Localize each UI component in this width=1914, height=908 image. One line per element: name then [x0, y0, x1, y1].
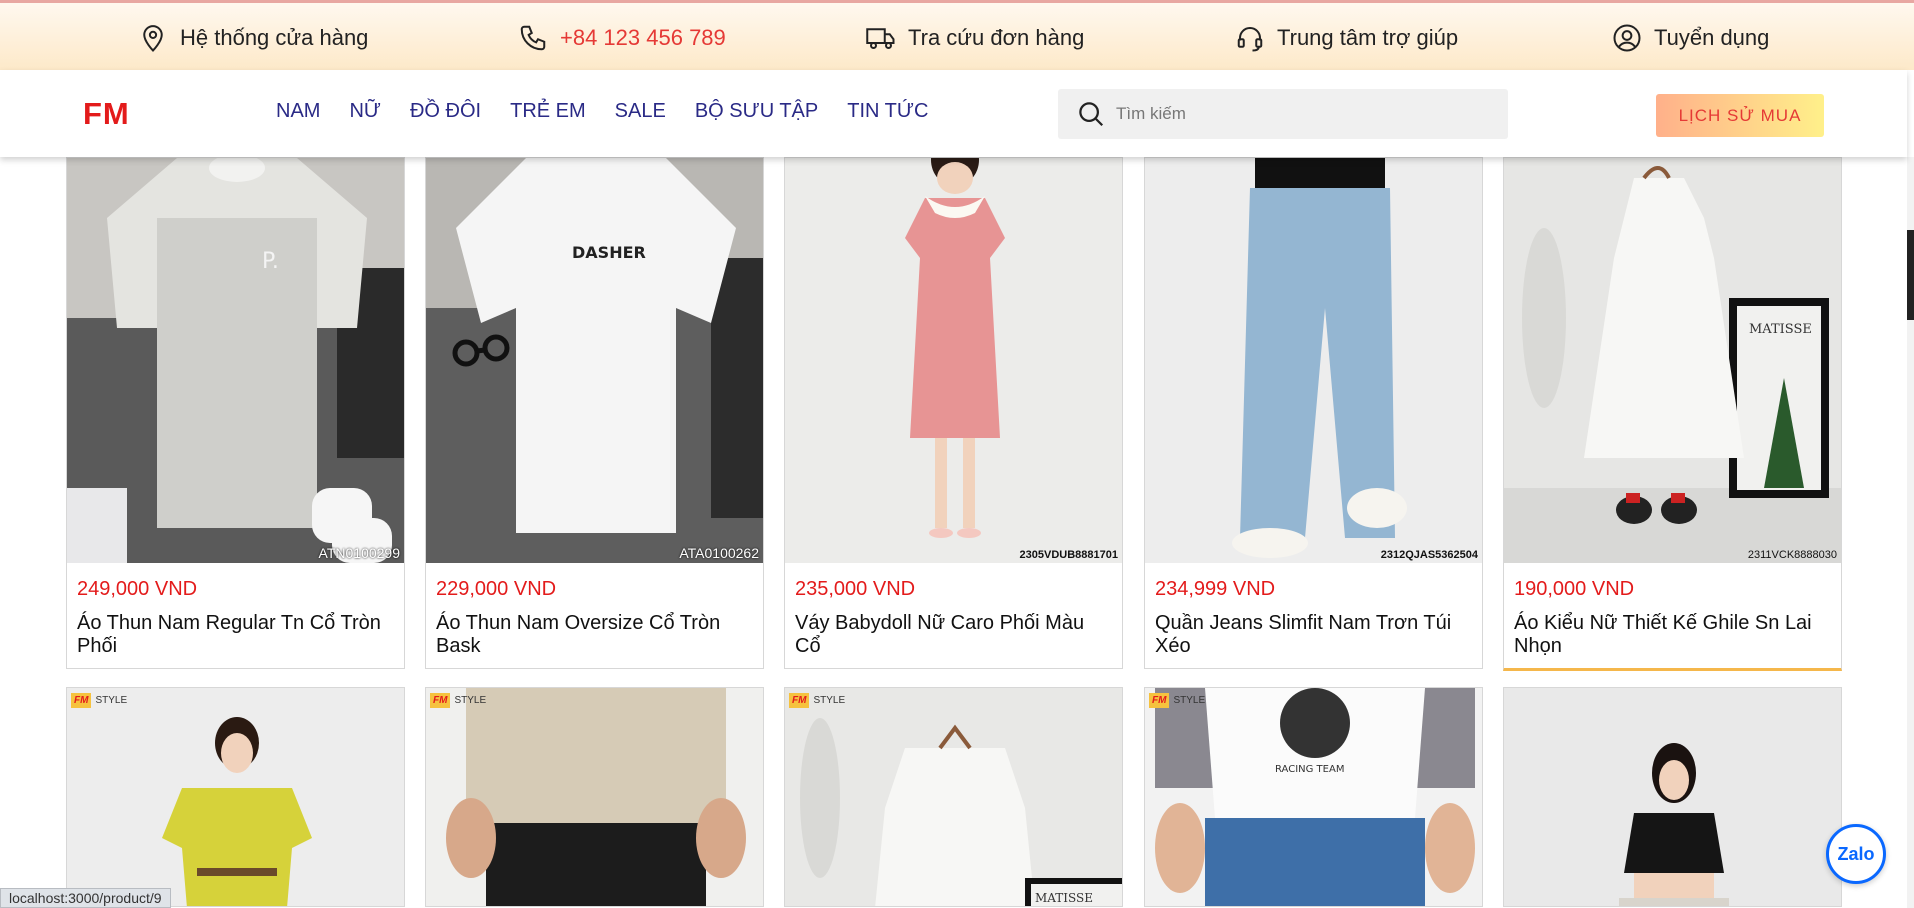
- product-image[interactable]: DASHER ATA0100262: [426, 158, 763, 563]
- shirt-print-text: DASHER: [572, 243, 646, 262]
- product-code: 2311VCK8888030: [1747, 549, 1837, 561]
- scrollbar-thumb[interactable]: [1907, 230, 1914, 320]
- phone-link[interactable]: +84 123 456 789: [518, 3, 726, 73]
- brand-tag-text: STYLE: [813, 695, 846, 706]
- nav-item-tre-em[interactable]: TRẺ EM: [510, 100, 586, 123]
- headset-icon: [1237, 27, 1263, 52]
- product-code: 2312QJAS5362504: [1380, 549, 1478, 561]
- product-card[interactable]: FM STYLE: [425, 687, 764, 907]
- brand-tag: FM STYLE: [430, 693, 486, 708]
- product-photo-racing-tee: RACING TEAM: [1145, 688, 1482, 906]
- brand-tag-text: STYLE: [454, 695, 487, 706]
- purchase-history-button[interactable]: LỊCH SỬ MUA: [1656, 94, 1824, 137]
- stores-label: Hệ thống cửa hàng: [180, 25, 369, 50]
- brand-tag-text: STYLE: [1173, 695, 1206, 706]
- product-photo-beige-tee: [426, 688, 763, 906]
- nav-item-nu[interactable]: NỮ: [349, 100, 381, 123]
- product-image[interactable]: 2312QJAS5362504: [1145, 158, 1482, 563]
- product-price: 235,000 VND: [795, 578, 916, 600]
- user-icon: [1613, 24, 1641, 52]
- product-photo-dress-pink: [785, 158, 1122, 563]
- product-price: 190,000 VND: [1514, 578, 1635, 600]
- product-price: 249,000 VND: [77, 578, 198, 600]
- product-code: ATA0100262: [679, 545, 759, 561]
- browser-status-bar: localhost:3000/product/9: [0, 888, 171, 908]
- product-card[interactable]: RACING TEAM FM STYLE: [1144, 687, 1483, 907]
- careers-link[interactable]: Tuyển dụng: [1612, 3, 1769, 73]
- brand-tag-logo: FM: [430, 693, 451, 708]
- product-card[interactable]: 2312QJAS5362504 234,999 VND Quần Jeans S…: [1144, 157, 1483, 669]
- product-card[interactable]: FM STYLE: [66, 687, 405, 907]
- brand-tag-logo: FM: [1149, 693, 1170, 708]
- main-nav: NAM NỮ ĐỒ ĐÔI TRẺ EM SALE BỘ SƯU TẬP TIN…: [276, 100, 928, 123]
- product-name[interactable]: Áo Kiểu Nữ Thiết Kế Ghile Sn Lai Nhọn: [1514, 612, 1831, 658]
- zalo-chat-button[interactable]: Zalo: [1826, 824, 1886, 884]
- product-card[interactable]: [1503, 687, 1842, 907]
- product-photo-black-crop-top: [1504, 688, 1841, 906]
- product-card[interactable]: DASHER ATA0100262 229,000 VND Áo Thun Na…: [425, 157, 764, 669]
- svg-text:P.: P.: [262, 249, 279, 274]
- picture-frame-text: MATISSE: [1749, 322, 1812, 337]
- shirt-print-text: RACING TEAM: [1275, 764, 1344, 775]
- nav-item-bo-suu-tap[interactable]: BỘ SƯU TẬP: [695, 100, 818, 123]
- product-code: 2305VDUB8881701: [1019, 549, 1118, 561]
- product-image[interactable]: MATISSE 2311VCK8888030: [1504, 158, 1841, 563]
- product-image[interactable]: P. ATN0100299: [67, 158, 404, 563]
- product-card[interactable]: 2305VDUB8881701 235,000 VND Váy Babydoll…: [784, 157, 1123, 669]
- product-photo-jeans: [1145, 158, 1482, 563]
- main-header: FM NAM NỮ ĐỒ ĐÔI TRẺ EM SALE BỘ SƯU TẬP …: [0, 70, 1907, 157]
- product-image[interactable]: 2305VDUB8881701: [785, 158, 1122, 563]
- stores-link[interactable]: Hệ thống cửa hàng: [138, 3, 368, 73]
- product-card[interactable]: MATISSE FM STYLE: [784, 687, 1123, 907]
- phone-icon: [520, 25, 546, 51]
- order-lookup-label: Tra cứu đơn hàng: [908, 25, 1085, 50]
- order-lookup-link[interactable]: Tra cứu đơn hàng: [866, 3, 1084, 73]
- nav-item-nam[interactable]: NAM: [276, 100, 320, 123]
- product-card[interactable]: MATISSE 2311VCK8888030 190,000 VND Áo Ki…: [1503, 157, 1842, 671]
- product-price: 229,000 VND: [436, 578, 557, 600]
- nav-item-sale[interactable]: SALE: [615, 100, 666, 123]
- product-name[interactable]: Áo Thun Nam Regular Tn Cổ Tròn Phối: [77, 612, 394, 658]
- help-center-label: Trung tâm trợ giúp: [1277, 25, 1459, 50]
- product-name[interactable]: Quần Jeans Slimfit Nam Trơn Túi Xéo: [1155, 612, 1472, 658]
- brand-tag-logo: FM: [71, 693, 92, 708]
- product-name[interactable]: Váy Babydoll Nữ Caro Phối Màu Cổ: [795, 612, 1112, 658]
- brand-tag-text: STYLE: [95, 695, 128, 706]
- phone-number: +84 123 456 789: [560, 25, 726, 50]
- careers-label: Tuyển dụng: [1654, 25, 1770, 50]
- brand-tag: FM STYLE: [1149, 693, 1205, 708]
- product-photo-yellow-blouse: [67, 688, 404, 906]
- site-logo[interactable]: FM: [83, 96, 130, 132]
- brand-tag: FM STYLE: [789, 693, 845, 708]
- product-card[interactable]: P. ATN0100299 249,000 VND Áo Thun Nam Re…: [66, 157, 405, 669]
- help-center-link[interactable]: Trung tâm trợ giúp: [1235, 3, 1458, 73]
- product-name[interactable]: Áo Thun Nam Oversize Cổ Tròn Bask: [436, 612, 753, 658]
- nav-item-tin-tuc[interactable]: TIN TỨC: [847, 100, 928, 123]
- product-photo-white-dress: MATISSE: [1504, 158, 1841, 563]
- picture-frame-text: MATISSE: [1035, 891, 1093, 905]
- search-box[interactable]: [1058, 89, 1508, 139]
- truck-icon: [866, 28, 895, 49]
- product-photo-tee-grey: P.: [67, 158, 404, 563]
- location-pin-icon: [143, 25, 163, 52]
- search-icon: [1079, 102, 1104, 127]
- product-photo-tee-white: DASHER: [426, 158, 763, 563]
- product-price: 234,999 VND: [1155, 578, 1276, 600]
- top-info-bar: Hệ thống cửa hàng +84 123 456 789 Tra cứ…: [0, 0, 1914, 70]
- nav-item-do-doi[interactable]: ĐỒ ĐÔI: [410, 100, 481, 123]
- brand-tag-logo: FM: [789, 693, 810, 708]
- product-photo-white-dress-2: MATISSE: [785, 688, 1122, 906]
- brand-tag: FM STYLE: [71, 693, 127, 708]
- search-input[interactable]: [1116, 104, 1476, 124]
- product-code: ATN0100299: [318, 545, 400, 561]
